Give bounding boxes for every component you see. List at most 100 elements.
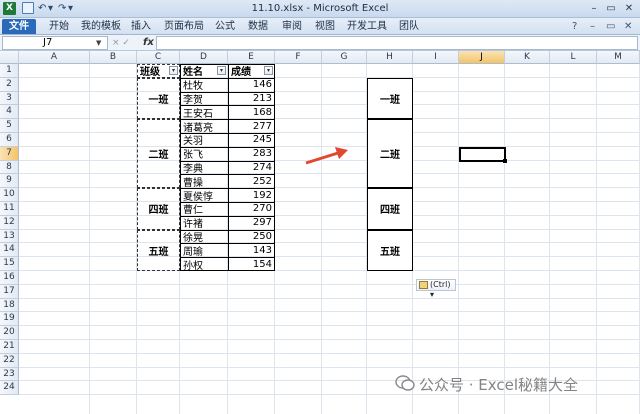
column-header-l[interactable]: L xyxy=(550,51,597,64)
row-header-6[interactable]: 6 xyxy=(0,133,19,147)
row-header-8[interactable]: 8 xyxy=(0,160,19,175)
name-box[interactable]: J7 xyxy=(2,36,108,50)
row-header-11[interactable]: 11 xyxy=(0,202,19,216)
row-header-23[interactable]: 23 xyxy=(0,367,19,382)
column-header-b[interactable]: B xyxy=(90,51,137,64)
row-header-1[interactable]: 1 xyxy=(0,64,19,78)
row-gridline xyxy=(19,76,640,78)
formula-cancel-confirm-icons: × ✓ xyxy=(112,38,130,48)
row-header-19[interactable]: 19 xyxy=(0,312,19,327)
tab-review[interactable]: 审阅 xyxy=(279,19,305,34)
tab-data[interactable]: 数据 xyxy=(245,19,271,34)
formula-input[interactable] xyxy=(156,36,638,50)
copy-marquee xyxy=(137,188,180,230)
column-header-e[interactable]: E xyxy=(228,51,275,64)
pasted-merged-cell[interactable]: 二班 xyxy=(367,119,413,189)
row-header-5[interactable]: 5 xyxy=(0,119,19,133)
tab-my-templates[interactable]: 我的模板 xyxy=(80,19,122,34)
row-header-9[interactable]: 9 xyxy=(0,174,19,189)
row-header-24[interactable]: 24 xyxy=(0,381,19,396)
row-header-10[interactable]: 10 xyxy=(0,188,19,202)
row-header-17[interactable]: 17 xyxy=(0,284,19,299)
ribbon-close-button[interactable]: ✕ xyxy=(624,20,632,33)
column-header-c[interactable]: C xyxy=(137,51,180,64)
row-header-4[interactable]: 4 xyxy=(0,105,19,120)
tab-insert[interactable]: 插入 xyxy=(128,19,154,34)
paste-options-arrow-icon: ▾ xyxy=(430,290,435,299)
row-gridline xyxy=(19,187,640,189)
tab-file[interactable]: 文件 xyxy=(2,19,36,34)
row-header-16[interactable]: 16 xyxy=(0,271,19,285)
row-gridline xyxy=(19,366,640,368)
column-header-m[interactable]: M xyxy=(597,51,640,64)
column-header-g[interactable]: G xyxy=(322,51,367,64)
row-header-21[interactable]: 21 xyxy=(0,340,19,354)
tab-page-layout[interactable]: 页面布局 xyxy=(162,19,206,34)
row-header-12[interactable]: 12 xyxy=(0,215,19,230)
minimize-window-button[interactable]: – xyxy=(586,1,602,16)
name-box-dropdown-icon[interactable]: ▼ xyxy=(96,39,101,47)
row-gridline xyxy=(19,132,640,133)
row-gridline xyxy=(19,201,640,202)
row-header-7[interactable]: 7 xyxy=(0,146,19,161)
column-header-i[interactable]: I xyxy=(413,51,459,64)
column-gridline xyxy=(89,64,90,414)
row-header-18[interactable]: 18 xyxy=(0,298,19,313)
row-header-3[interactable]: 3 xyxy=(0,91,19,106)
column-header-j[interactable]: J xyxy=(459,51,505,64)
fill-handle[interactable] xyxy=(503,158,507,163)
row-header-2[interactable]: 2 xyxy=(0,77,19,92)
column-gridline xyxy=(596,64,597,414)
column-header-a[interactable]: A xyxy=(19,51,90,64)
column-header-h[interactable]: H xyxy=(367,51,413,64)
paste-options-button[interactable]: (Ctrl) ▾ xyxy=(416,279,456,299)
row-header-22[interactable]: 22 xyxy=(0,353,19,368)
close-window-button[interactable]: ✕ xyxy=(620,1,638,16)
paste-options-label: (Ctrl) xyxy=(430,280,451,289)
worksheet-grid[interactable]: A B C D E F G H I J K L M 1 2 3 4 5 6 7 8 9 10 11 12 13 14 15 16 17 18… xyxy=(0,51,640,414)
ribbon-tabs: 文件 开始 我的模板 插入 页面布局 公式 数据 审阅 视图 开发工具 团队 ?… xyxy=(0,18,640,35)
tab-team[interactable]: 团队 xyxy=(396,19,422,34)
tab-formulas[interactable]: 公式 xyxy=(212,19,238,34)
column-header-d[interactable]: D xyxy=(180,51,228,64)
insert-function-icon[interactable]: fx xyxy=(143,36,154,50)
watermark-text: 公众号 · Excel秘籍大全 xyxy=(419,376,579,394)
pasted-merged-cell[interactable]: 四班 xyxy=(367,188,413,230)
column-header-k[interactable]: K xyxy=(505,51,550,64)
row-header-20[interactable]: 20 xyxy=(0,326,19,340)
row-gridline xyxy=(19,173,640,175)
row-header-15[interactable]: 15 xyxy=(0,257,19,271)
clipboard-icon xyxy=(419,281,428,289)
table-inner-border xyxy=(228,64,229,271)
row-gridline xyxy=(19,256,640,258)
row-header-13[interactable]: 13 xyxy=(0,229,19,244)
row-gridline xyxy=(19,270,640,271)
copy-marquee xyxy=(137,64,180,78)
help-icon[interactable]: ? xyxy=(572,20,577,33)
row-gridline xyxy=(19,325,640,327)
row-gridline xyxy=(19,242,640,244)
column-header-f[interactable]: F xyxy=(275,51,322,64)
column-gridline xyxy=(549,64,550,414)
ribbon-minimize-button[interactable]: – xyxy=(590,20,595,33)
restore-window-button[interactable]: ▭ xyxy=(603,1,619,16)
row-gridline xyxy=(19,311,640,313)
column-gridline xyxy=(504,64,505,414)
row-gridline xyxy=(19,104,640,106)
row-gridline xyxy=(19,297,640,299)
row-header-14[interactable]: 14 xyxy=(0,243,19,258)
tab-view[interactable]: 视图 xyxy=(312,19,338,34)
window-title: 11.10.xlsx - Microsoft Excel xyxy=(251,3,389,14)
ribbon-restore-button[interactable]: ▭ xyxy=(606,20,615,33)
row-gridline xyxy=(19,352,640,354)
tab-developer[interactable]: 开发工具 xyxy=(345,19,389,34)
row-gridline xyxy=(19,339,640,340)
tab-home[interactable]: 开始 xyxy=(44,19,74,34)
row-gridline xyxy=(19,118,640,120)
active-cell-j7[interactable] xyxy=(459,146,506,162)
pasted-merged-cell[interactable]: 一班 xyxy=(367,77,413,120)
title-bar: X ↶ ▾ ↷ ▾ 11.10.xlsx - Microsoft Excel –… xyxy=(0,0,640,18)
formula-bar: J7 ▼ × ✓ fx xyxy=(0,35,640,51)
select-all-corner[interactable] xyxy=(0,51,19,64)
pasted-merged-cell[interactable]: 五班 xyxy=(367,229,413,271)
